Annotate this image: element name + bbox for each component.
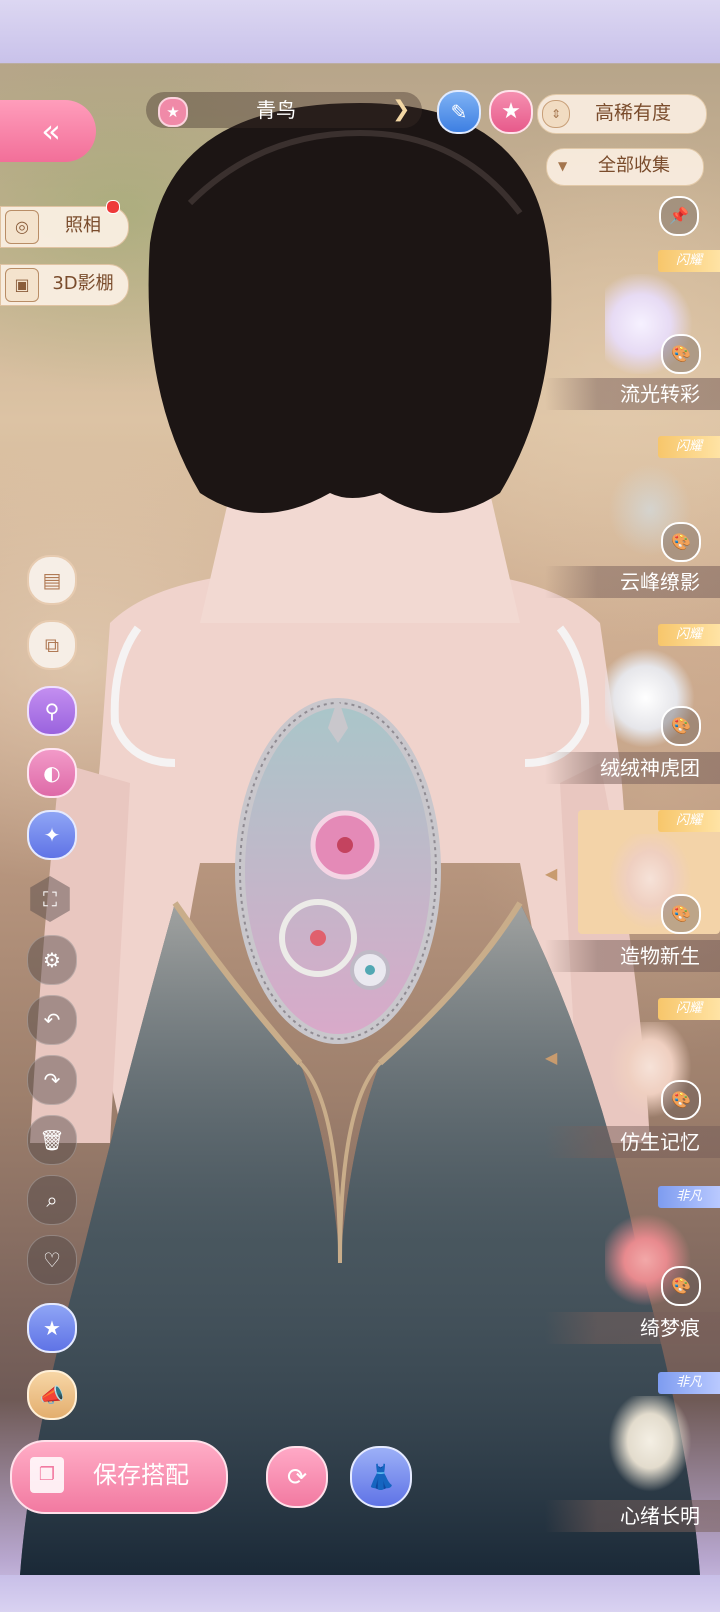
undo-icon[interactable]: ↶ <box>27 995 77 1045</box>
rarity-tag: 闪耀 <box>658 810 720 832</box>
studio-button[interactable]: ▣ 3D影棚 <box>0 264 129 306</box>
pin-icon[interactable]: 📌 <box>659 196 699 236</box>
item-label: 云峰缭影 <box>545 566 720 598</box>
magnify-effects-button[interactable]: ⚲ <box>27 686 77 736</box>
palette-button[interactable]: ◐ <box>27 748 77 798</box>
settings-gear-icon[interactable]: ⚙ <box>27 935 77 985</box>
item-label: 心绪长明 <box>545 1500 720 1532</box>
item-card[interactable]: 闪耀 🎨 绒绒神虎团 <box>545 624 720 788</box>
item-label: 绒绒神虎团 <box>545 752 720 784</box>
cube-icon: ▣ <box>5 268 39 302</box>
chevron-right-icon[interactable]: ❯ <box>392 96 410 124</box>
favorite-star-button[interactable]: ★ <box>489 90 533 134</box>
star-badge-button[interactable]: ★ <box>27 1303 77 1353</box>
palette-icon[interactable]: 🎨 <box>661 706 701 746</box>
rarity-tag: 闪耀 <box>658 624 720 646</box>
rarity-tag: 闪耀 <box>658 436 720 458</box>
star-icon: ★ <box>158 97 188 127</box>
rarity-tag: 闪耀 <box>658 250 720 272</box>
redo-icon[interactable]: ↷ <box>27 1055 77 1105</box>
palette-icon[interactable]: 🎨 <box>661 1266 701 1306</box>
photo-label: 照相 <box>65 215 101 236</box>
card-frame-button[interactable]: ▤ <box>27 555 77 605</box>
layer-copy-button[interactable]: ⧉ <box>27 620 77 670</box>
camera-icon: ◎ <box>5 210 39 244</box>
megaphone-icon[interactable]: 📣 <box>27 1370 77 1420</box>
save-cards-icon: ❐ <box>30 1457 64 1493</box>
item-card[interactable]: 非凡 心绪长明 <box>545 1372 720 1538</box>
selected-arrow-icon: ◀ <box>545 1048 558 1067</box>
trash-icon[interactable]: 🗑 <box>27 1115 77 1165</box>
share-rotate-button[interactable]: ⟳ <box>266 1446 328 1508</box>
item-card[interactable]: 闪耀 🎨 流光转彩 <box>545 250 720 410</box>
palette-icon[interactable]: 🎨 <box>661 894 701 934</box>
back-button[interactable]: « <box>0 100 96 162</box>
item-thumbnail <box>605 1396 695 1496</box>
search-icon[interactable]: ⌕ <box>27 1175 77 1225</box>
dress-outfit-button[interactable]: 👗 <box>350 1446 412 1508</box>
notification-dot <box>106 200 120 214</box>
save-label: 保存搭配 <box>93 1461 189 1489</box>
palette-icon[interactable]: 🎨 <box>661 1080 701 1120</box>
heart-icon[interactable]: ♡ <box>27 1235 77 1285</box>
item-card-selected[interactable]: ◀ 闪耀 🎨 造物新生 <box>545 810 720 976</box>
triangle-down-icon: ▼ <box>558 159 568 173</box>
top-frame-band <box>0 0 720 63</box>
game-screen: ★ 青鸟 ❯ ✎ ★ ⇕ 高稀有度 ▼ 全部收集 « ◎ 照相 ▣ 3D影棚 ▤… <box>0 0 720 1612</box>
item-label: 仿生记忆 <box>545 1126 720 1158</box>
palette-icon[interactable]: 🎨 <box>661 334 701 374</box>
studio-label: 3D影棚 <box>52 273 114 294</box>
filter-label: 全部收集 <box>598 155 670 176</box>
item-label: 绮梦痕 <box>545 1312 720 1344</box>
edit-pen-button[interactable]: ✎ <box>437 90 481 134</box>
item-label: 流光转彩 <box>545 378 720 410</box>
rarity-tag: 非凡 <box>658 1372 720 1394</box>
rarity-tag: 闪耀 <box>658 998 720 1020</box>
selected-arrow-icon: ◀ <box>545 864 558 883</box>
outfit-name: 青鸟 <box>256 98 296 122</box>
sort-label: 高稀有度 <box>594 102 671 124</box>
sort-arrows-icon: ⇕ <box>542 100 570 128</box>
bottom-frame-band <box>0 1575 720 1612</box>
palette-icon[interactable]: 🎨 <box>661 522 701 562</box>
rarity-tag: 非凡 <box>658 1186 720 1208</box>
sparkle-star-button[interactable]: ✦ <box>27 810 77 860</box>
item-card[interactable]: 闪耀 🎨 云峰缭影 <box>545 436 720 600</box>
item-card[interactable]: 非凡 🎨 绮梦痕 <box>545 1186 720 1352</box>
item-card[interactable]: ◀ 闪耀 🎨 仿生记忆 <box>545 998 720 1164</box>
item-label: 造物新生 <box>545 940 720 972</box>
